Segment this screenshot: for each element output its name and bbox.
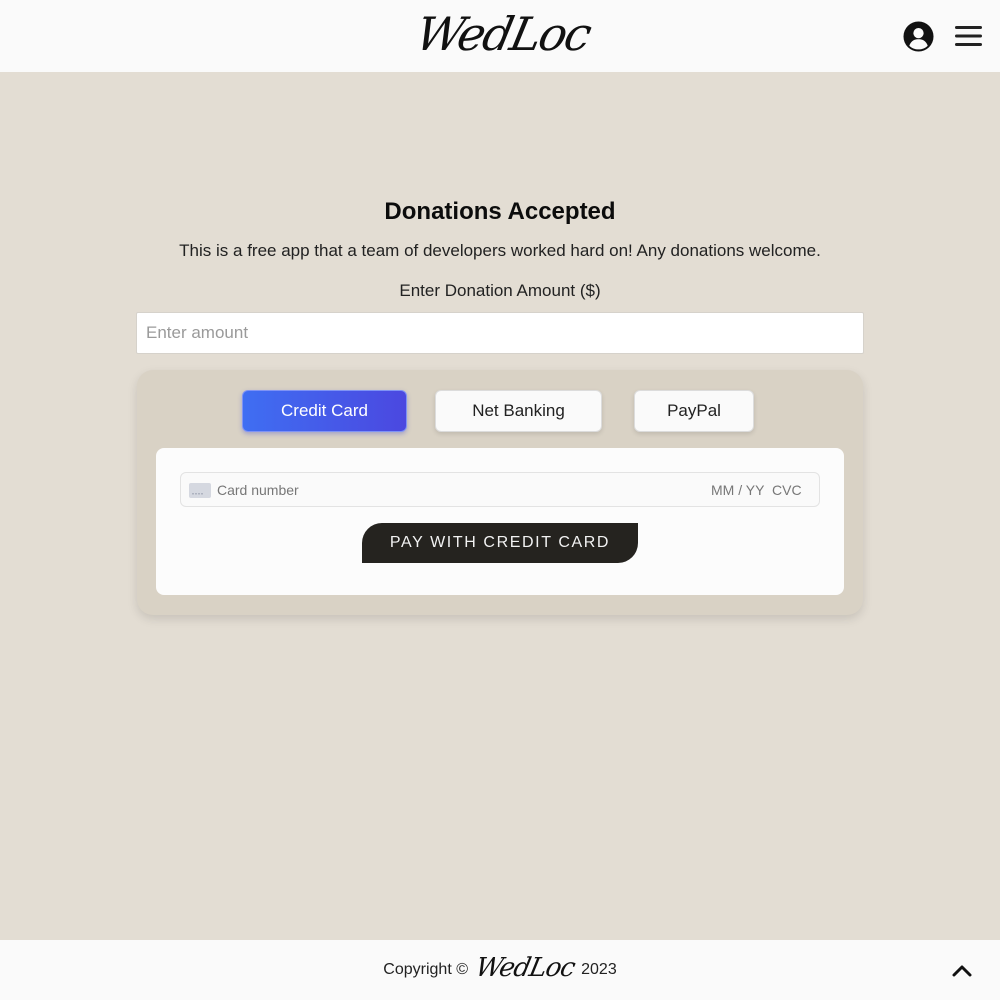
footer-logo: WedLoc <box>472 953 578 983</box>
donation-amount-input[interactable] <box>136 312 864 354</box>
donation-amount-label: Enter Donation Amount ($) <box>399 281 601 300</box>
site-header: WedLoc <box>0 0 1000 72</box>
user-circle-icon[interactable] <box>903 21 934 52</box>
copyright-year: 2023 <box>581 961 617 978</box>
credit-card-form: Card number MM / YY CVC PAY WITH CREDIT … <box>156 448 844 595</box>
copyright-text: Copyright © WedLoc 2023 <box>0 940 1000 1000</box>
paypal-tab[interactable]: PayPal <box>634 390 754 432</box>
hamburger-menu-icon[interactable] <box>954 24 983 48</box>
credit-card-tab[interactable]: Credit Card <box>242 390 407 432</box>
card-details-input[interactable]: Card number MM / YY CVC <box>180 472 820 507</box>
payment-panel: Credit Card Net Banking PayPal Card numb… <box>137 370 863 615</box>
card-number-placeholder: Card number <box>217 482 299 498</box>
copyright-prefix: Copyright © <box>383 961 468 978</box>
net-banking-tab[interactable]: Net Banking <box>435 390 602 432</box>
card-expiry-placeholder: MM / YY <box>711 482 765 498</box>
pay-with-credit-card-button[interactable]: PAY WITH CREDIT CARD <box>362 523 638 563</box>
site-footer: Copyright © WedLoc 2023 <box>0 940 1000 1000</box>
page-title: Donations Accepted <box>384 198 616 225</box>
chevron-up-icon[interactable] <box>950 960 974 980</box>
page-subtitle: This is a free app that a team of develo… <box>179 241 821 260</box>
card-cvc-placeholder: CVC <box>772 482 802 498</box>
credit-card-icon <box>189 483 211 498</box>
brand-logo[interactable]: WedLoc <box>402 4 605 64</box>
